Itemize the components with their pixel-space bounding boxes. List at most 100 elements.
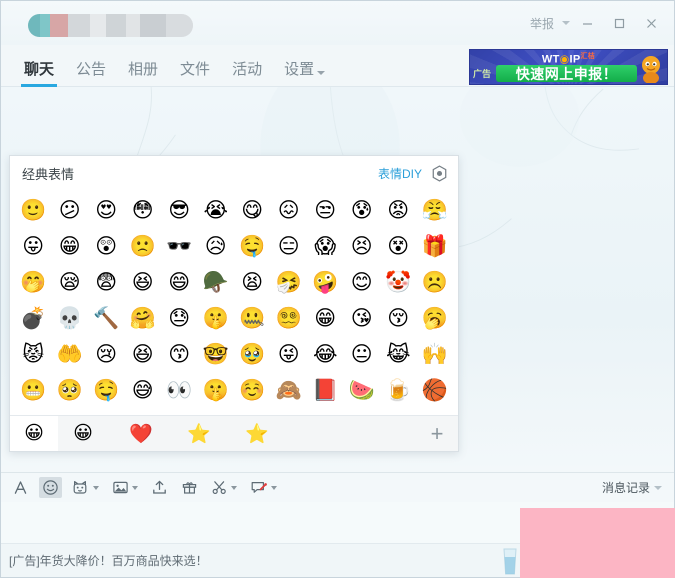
emoji-cell[interactable]: 💣: [15, 300, 52, 336]
emoji-cell[interactable]: 😚: [380, 300, 417, 336]
emoji-cell[interactable]: 🙁: [125, 228, 162, 264]
emoji-cell[interactable]: 😕: [52, 192, 89, 228]
emoji-cell[interactable]: 💀: [52, 300, 89, 336]
emoji-cell[interactable]: 🍺: [380, 372, 417, 408]
gift-button[interactable]: [178, 477, 201, 498]
emoji-cell[interactable]: 👀: [161, 372, 198, 408]
emoji-cell[interactable]: 🤗: [125, 300, 162, 336]
close-button[interactable]: [636, 9, 666, 37]
add-emoji-package-button[interactable]: +: [416, 421, 458, 447]
emoji-cell[interactable]: 🤭: [15, 264, 52, 300]
emoji-cell[interactable]: 🤡: [380, 264, 417, 300]
file-upload-button[interactable]: [148, 477, 171, 498]
chevron-down-icon[interactable]: [562, 21, 570, 25]
shake-button[interactable]: [247, 477, 280, 498]
emoji-cell[interactable]: 🍉: [344, 372, 381, 408]
top-ad-banner[interactable]: WT◉IP汇桔 快速网上申报！ 广告: [469, 49, 668, 85]
emoji-cell[interactable]: 😊: [344, 264, 381, 300]
emoji-cell[interactable]: 😢: [88, 336, 125, 372]
emoji-cell[interactable]: 🤤: [88, 372, 125, 408]
emoji-cell[interactable]: 😆: [125, 336, 162, 372]
emoji-cell[interactable]: 🪖: [198, 264, 235, 300]
sticker-button[interactable]: [69, 477, 102, 498]
emoji-cell[interactable]: 😂: [307, 336, 344, 372]
classic-emoji-tab[interactable]: 😀: [10, 416, 58, 451]
tab-files[interactable]: 文件: [169, 62, 221, 86]
message-history-button[interactable]: 消息记录: [602, 479, 666, 496]
emoji-cell[interactable]: 😅: [125, 372, 162, 408]
emoji-cell[interactable]: 😵‍💫: [271, 300, 308, 336]
emoji-cell[interactable]: 😣: [344, 228, 381, 264]
emoji-cell[interactable]: 😥: [198, 228, 235, 264]
emoji-cell[interactable]: 🤓: [198, 336, 235, 372]
emoji-cell[interactable]: 🤫: [198, 372, 235, 408]
report-button[interactable]: 举报: [524, 12, 560, 35]
tab-activity[interactable]: 活动: [221, 62, 273, 86]
emoji-cell[interactable]: 😤: [417, 192, 454, 228]
emoji-cell[interactable]: 😘: [344, 300, 381, 336]
emoji-cell[interactable]: 😲: [88, 228, 125, 264]
gear-icon[interactable]: [431, 164, 448, 182]
emoji-cell[interactable]: 🥺: [52, 372, 89, 408]
minimize-button[interactable]: [572, 9, 602, 37]
emoji-cell[interactable]: 🙈: [271, 372, 308, 408]
emoji-cell[interactable]: 😆: [125, 264, 162, 300]
emoji-cell[interactable]: 😨: [88, 264, 125, 300]
emoji-cell[interactable]: 🥹: [234, 336, 271, 372]
emoji-cell[interactable]: 📕: [307, 372, 344, 408]
tab-album[interactable]: 相册: [117, 62, 169, 86]
emoji-cell[interactable]: 🤤: [234, 228, 271, 264]
emoji-cell[interactable]: 😖: [271, 192, 308, 228]
emoji-cell[interactable]: 🙌: [417, 336, 454, 372]
emoji-cell[interactable]: 😹: [380, 336, 417, 372]
emoji-cell[interactable]: 🤪: [307, 264, 344, 300]
maximize-button[interactable]: [604, 9, 634, 37]
emoji-cell[interactable]: 🔨: [88, 300, 125, 336]
emoji-cell[interactable]: 😾: [15, 336, 52, 372]
emoji-cell[interactable]: 😑: [271, 228, 308, 264]
emoji-cell[interactable]: 🤧: [271, 264, 308, 300]
emoji-cell[interactable]: 😪: [52, 264, 89, 300]
emoji-cell[interactable]: 🕶️: [161, 228, 198, 264]
emoji-cell[interactable]: 🤐: [234, 300, 271, 336]
emoji-tab-2[interactable]: 😀: [64, 422, 102, 445]
emoji-cell[interactable]: 🤫: [198, 300, 235, 336]
emoji-cell[interactable]: 😫: [234, 264, 271, 300]
emoji-cell[interactable]: 😭: [198, 192, 235, 228]
star-tab-1[interactable]: ⭐: [180, 422, 218, 446]
emoji-cell[interactable]: 😳: [125, 192, 162, 228]
image-button[interactable]: [109, 477, 141, 498]
emoji-cell[interactable]: ☺️: [234, 372, 271, 408]
emoji-cell[interactable]: 😬: [15, 372, 52, 408]
emoji-cell[interactable]: 😐: [344, 336, 381, 372]
emoji-cell[interactable]: 😵: [380, 228, 417, 264]
emoji-cell[interactable]: 😡: [380, 192, 417, 228]
emoji-cell[interactable]: 🏀: [417, 372, 454, 408]
emoji-diy-link[interactable]: 表情DIY: [378, 165, 422, 182]
emoji-cell[interactable]: 😍: [88, 192, 125, 228]
emoji-cell[interactable]: 😁: [307, 300, 344, 336]
emoji-cell[interactable]: 😜: [271, 336, 308, 372]
tab-chat[interactable]: 聊天: [13, 62, 65, 87]
emoji-cell[interactable]: 😎: [161, 192, 198, 228]
screenshot-button[interactable]: [208, 477, 240, 498]
emoji-cell[interactable]: ☹️: [417, 264, 454, 300]
emoji-cell[interactable]: 😄: [161, 264, 198, 300]
emoji-cell[interactable]: 😙: [161, 336, 198, 372]
emoji-cell[interactable]: 😋: [234, 192, 271, 228]
heart-tab[interactable]: ❤️: [122, 422, 160, 446]
star-tab-2[interactable]: ⭐: [238, 422, 276, 446]
tab-announcement[interactable]: 公告: [65, 62, 117, 86]
tab-settings[interactable]: 设置: [273, 62, 336, 86]
font-button[interactable]: [9, 477, 32, 498]
emoji-cell[interactable]: 😱: [307, 228, 344, 264]
emoji-cell[interactable]: 😒: [307, 192, 344, 228]
emoji-cell[interactable]: 🥱: [417, 300, 454, 336]
emoji-cell[interactable]: 😛: [15, 228, 52, 264]
emoji-cell[interactable]: 🙂: [15, 192, 52, 228]
emoji-cell[interactable]: 🎁: [417, 228, 454, 264]
emoji-button[interactable]: [39, 477, 62, 498]
emoji-cell[interactable]: 😓: [161, 300, 198, 336]
emoji-cell[interactable]: 😰: [344, 192, 381, 228]
emoji-cell[interactable]: 🤲: [52, 336, 89, 372]
